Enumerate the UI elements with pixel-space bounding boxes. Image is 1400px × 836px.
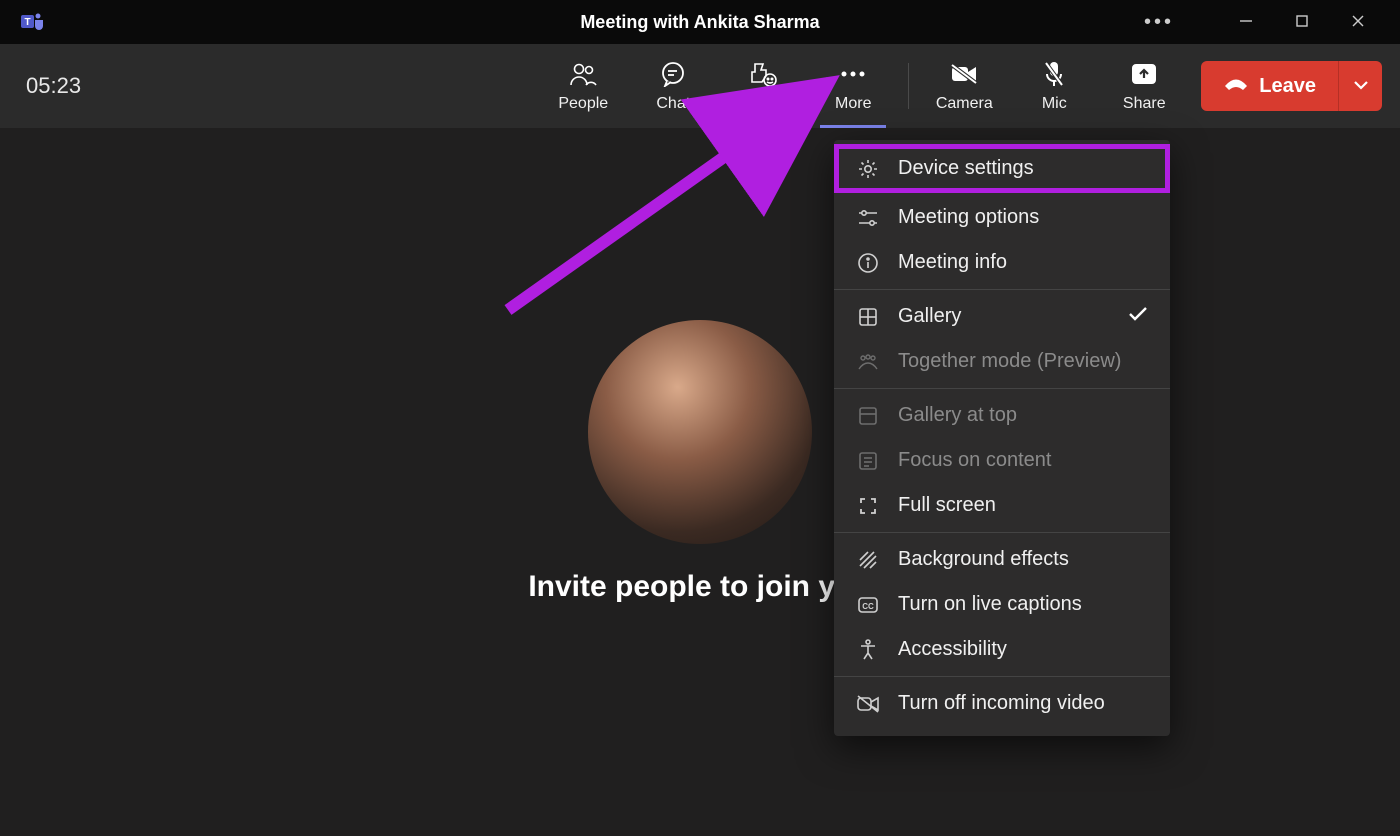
svg-text:T: T (24, 17, 30, 28)
people-label: People (558, 95, 608, 113)
menu-accessibility[interactable]: Accessibility (834, 627, 1170, 672)
leave-dropdown-button[interactable] (1338, 61, 1382, 111)
background-effects-icon (856, 550, 880, 570)
react-label: React (742, 95, 784, 113)
menu-meeting-info[interactable]: Meeting info (834, 240, 1170, 285)
fullscreen-icon (856, 496, 880, 516)
menu-meeting-options[interactable]: Meeting options (834, 195, 1170, 240)
menu-turn-off-incoming-video[interactable]: Turn off incoming video (834, 681, 1170, 726)
mic-label: Mic (1042, 95, 1067, 113)
video-off-icon (856, 694, 880, 714)
titlebar-more-icon[interactable]: ••• (1144, 11, 1174, 34)
menu-full-screen[interactable]: Full screen (834, 483, 1170, 528)
menu-focus-on-content: Focus on content (834, 438, 1170, 483)
menu-gallery[interactable]: Gallery (834, 294, 1170, 339)
together-icon (856, 353, 880, 371)
checkmark-icon (1128, 305, 1148, 328)
info-icon (856, 252, 880, 274)
menu-label: Background effects (898, 548, 1069, 571)
menu-background-effects[interactable]: Background effects (834, 537, 1170, 582)
menu-label: Turn on live captions (898, 593, 1082, 616)
accessibility-icon (856, 639, 880, 661)
menu-label: Together mode (Preview) (898, 350, 1121, 373)
menu-label: Full screen (898, 494, 996, 517)
more-icon (839, 59, 867, 89)
titlebar: T Meeting with Ankita Sharma ••• (0, 0, 1400, 44)
gear-icon (856, 158, 880, 180)
camera-off-icon (949, 59, 979, 89)
menu-separator (834, 388, 1170, 389)
sliders-icon (856, 208, 880, 228)
svg-text:CC: CC (862, 602, 874, 611)
react-icon (748, 59, 778, 89)
mic-off-icon (1042, 59, 1066, 89)
menu-label: Accessibility (898, 638, 1007, 661)
minimize-button[interactable] (1232, 12, 1260, 33)
share-button[interactable]: Share (1099, 44, 1189, 128)
camera-button[interactable]: Camera (919, 44, 1009, 128)
menu-label: Gallery (898, 305, 961, 328)
menu-separator (834, 676, 1170, 677)
menu-label: Meeting info (898, 251, 1007, 274)
people-icon (568, 59, 598, 89)
more-menu: Device settings Meeting options Meeting … (834, 140, 1170, 736)
leave-label: Leave (1259, 75, 1316, 98)
chat-icon (659, 59, 687, 89)
chat-label: Chat (656, 95, 690, 113)
mic-button[interactable]: Mic (1009, 44, 1099, 128)
chat-button[interactable]: Chat (628, 44, 718, 128)
captions-icon: CC (856, 596, 880, 614)
react-button[interactable]: React (718, 44, 808, 128)
share-icon (1130, 59, 1158, 89)
menu-label: Turn off incoming video (898, 692, 1105, 715)
menu-label: Device settings (898, 157, 1034, 180)
participant-avatar (588, 320, 812, 544)
window-controls: ••• (1144, 11, 1392, 34)
menu-label: Meeting options (898, 206, 1039, 229)
more-button[interactable]: More (808, 44, 898, 128)
menu-together-mode: Together mode (Preview) (834, 339, 1170, 384)
meeting-toolbar: 05:23 People Chat (0, 44, 1400, 128)
meeting-timer: 05:23 (26, 73, 81, 99)
gallery-top-icon (856, 406, 880, 426)
meeting-stage: Invite people to join you (0, 128, 1400, 836)
menu-device-settings[interactable]: Device settings (834, 144, 1170, 193)
menu-separator (834, 532, 1170, 533)
teams-logo-icon: T (18, 8, 46, 36)
leave-button[interactable]: Leave (1201, 61, 1338, 111)
grid-icon (856, 307, 880, 327)
menu-label: Focus on content (898, 449, 1051, 472)
people-button[interactable]: People (538, 44, 628, 128)
maximize-button[interactable] (1288, 12, 1316, 33)
camera-label: Camera (936, 95, 993, 113)
toolbar-divider (908, 63, 909, 109)
menu-gallery-at-top: Gallery at top (834, 393, 1170, 438)
close-button[interactable] (1344, 12, 1372, 33)
more-label: More (835, 95, 871, 113)
hangup-icon (1223, 75, 1249, 98)
menu-label: Gallery at top (898, 404, 1017, 427)
window-title: Meeting with Ankita Sharma (580, 12, 819, 33)
focus-content-icon (856, 451, 880, 471)
menu-live-captions[interactable]: CC Turn on live captions (834, 582, 1170, 627)
invite-text: Invite people to join you (528, 570, 871, 604)
chevron-down-icon (1353, 77, 1369, 95)
share-label: Share (1123, 95, 1166, 113)
menu-separator (834, 289, 1170, 290)
